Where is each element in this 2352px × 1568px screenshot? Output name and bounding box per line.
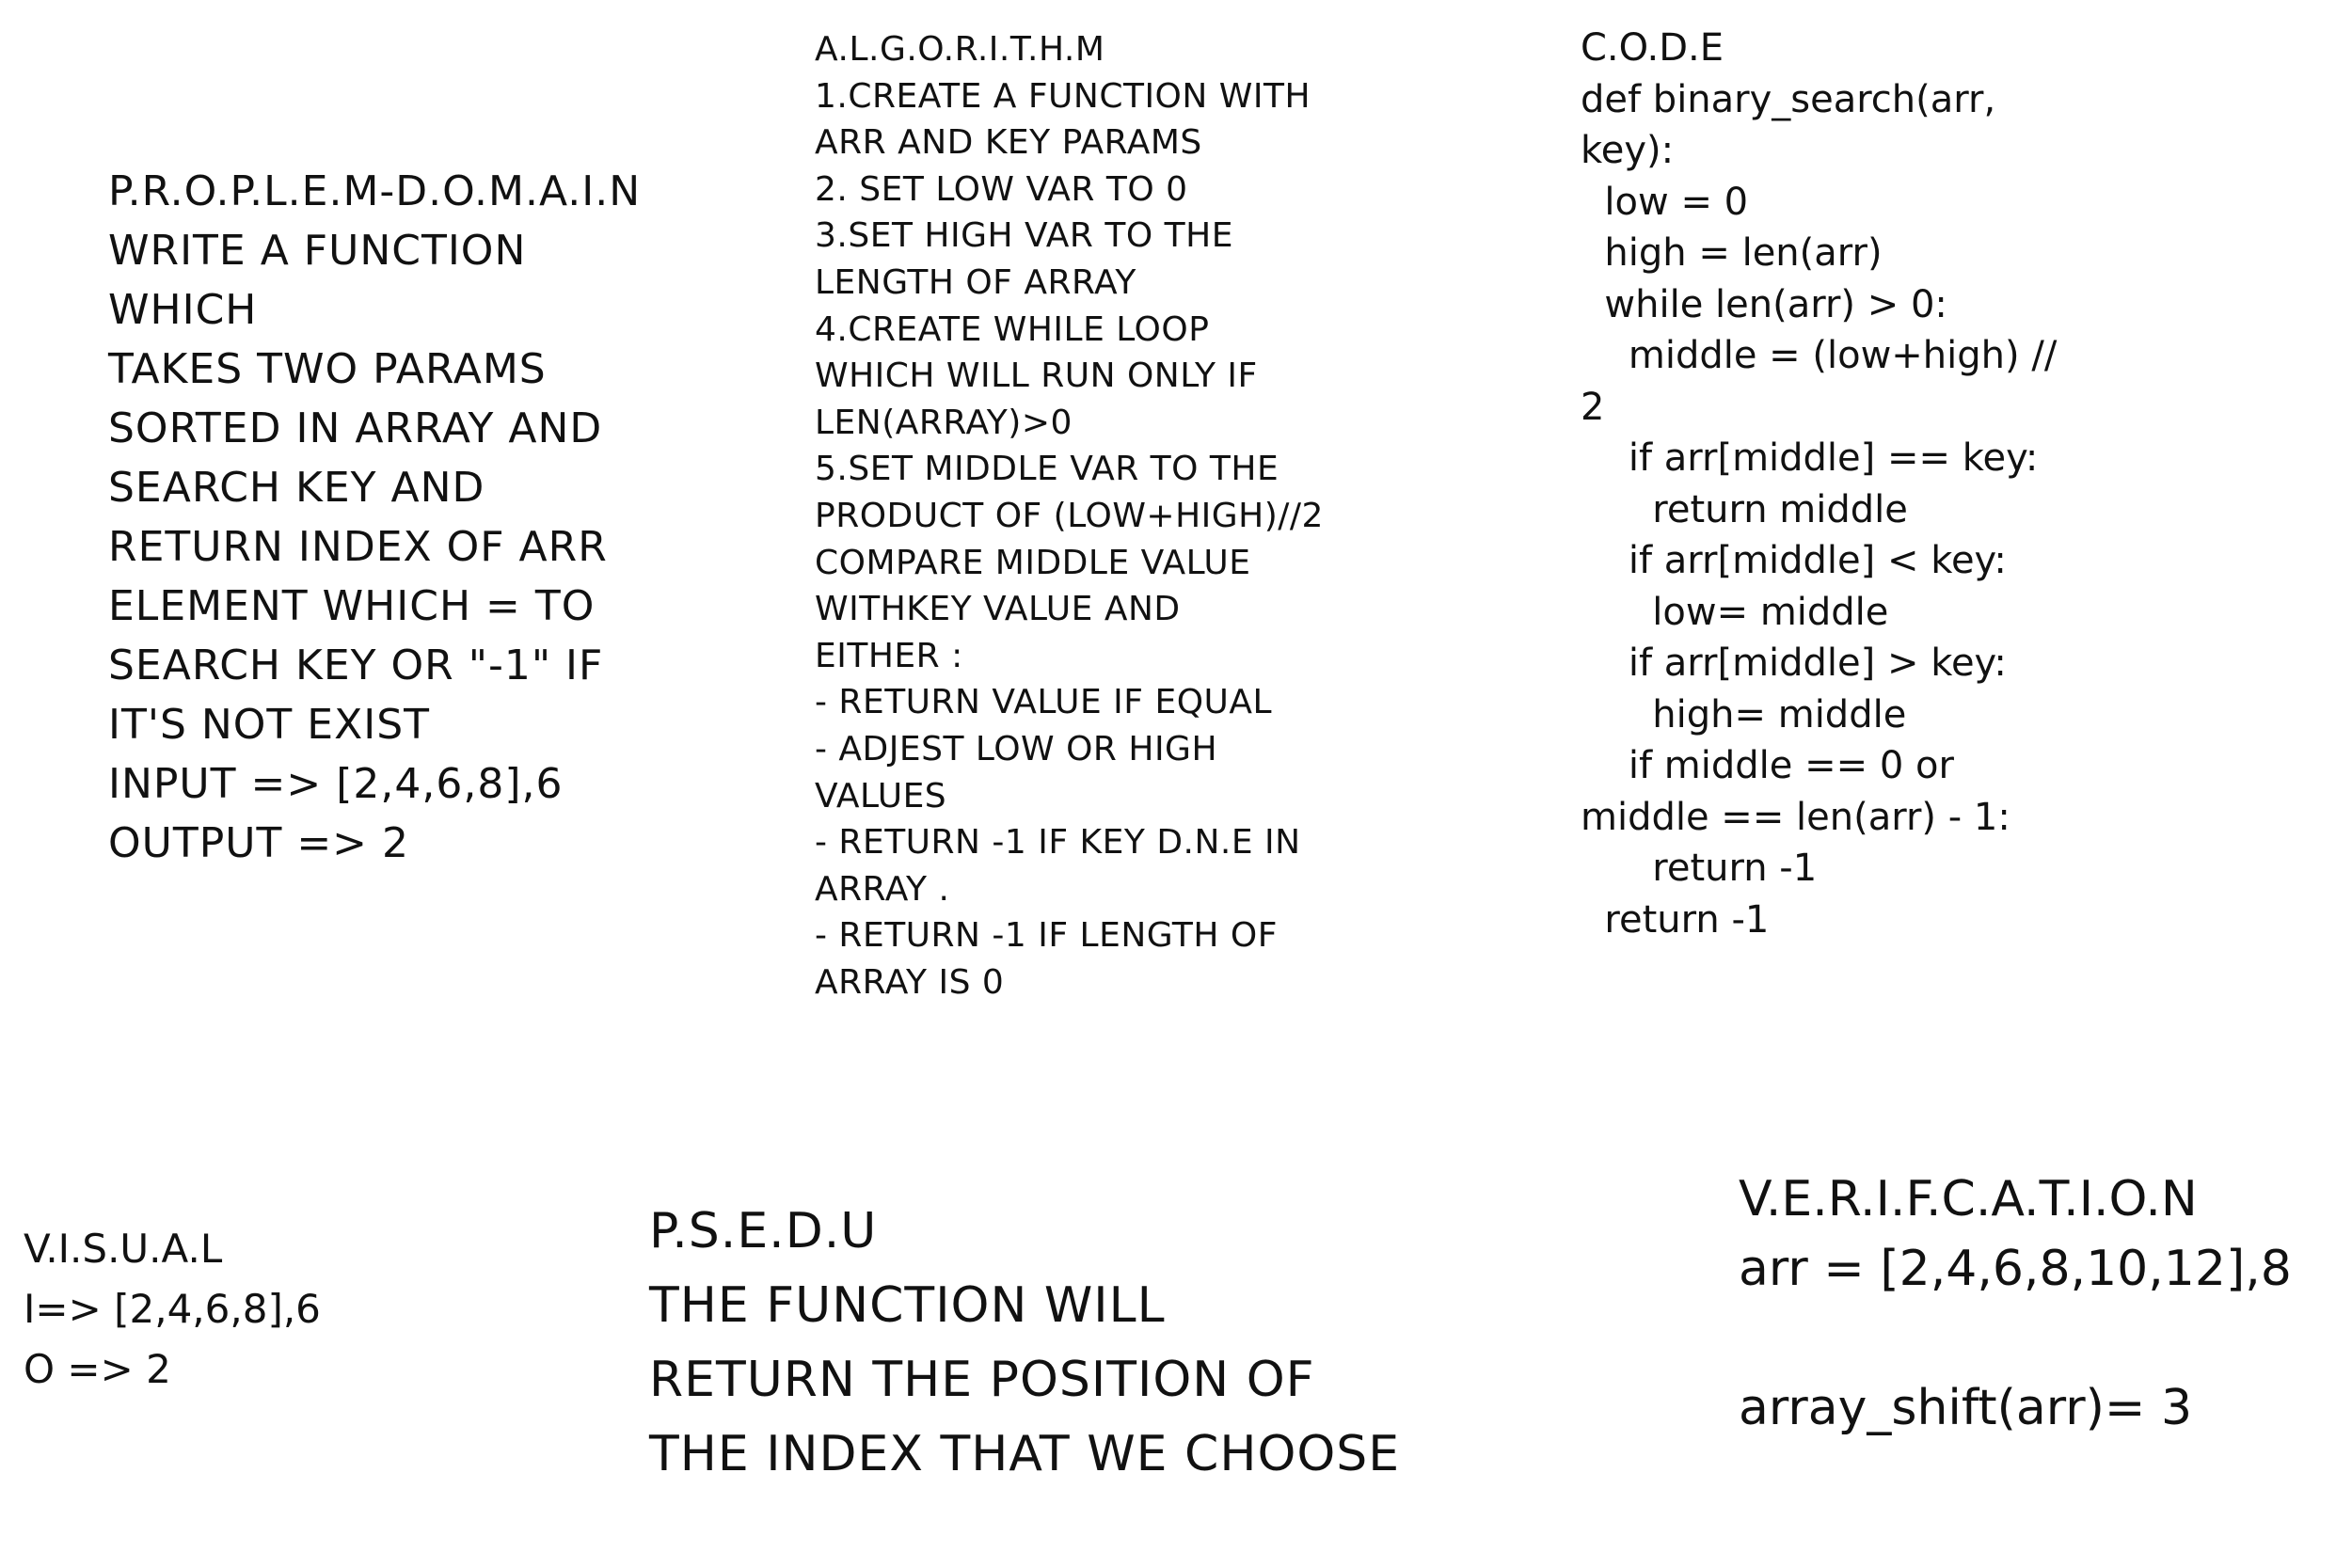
code-line: middle = (low+high) // — [1581, 334, 2058, 377]
problem-domain-line: WRITE A FUNCTION — [108, 227, 527, 275]
algorithm-line: LEN(ARRAY)>0 — [815, 403, 1073, 442]
problem-domain-line: RETURN INDEX OF ARR — [108, 523, 608, 571]
algorithm-line: - RETURN VALUE IF EQUAL — [815, 683, 1273, 722]
algorithm-line: 2. SET LOW VAR TO 0 — [815, 169, 1188, 209]
verification-section: V.E.R.I.F.C.A.T.I.O.N arr = [2,4,6,8,10,1… — [1739, 1164, 2292, 1443]
problem-domain-line: ELEMENT WHICH = TO — [108, 582, 596, 630]
visual-line: O => 2 — [24, 1346, 171, 1392]
algorithm-line: - ADJEST LOW OR HIGH — [815, 729, 1218, 768]
algorithm-line: - RETURN -1 IF KEY D.N.E IN — [815, 823, 1301, 863]
verification-line: array_shift(arr)= 3 — [1739, 1380, 2193, 1436]
visual-heading: V.I.S.U.A.L — [24, 1226, 223, 1272]
pseudo-line: THE FUNCTION WILL — [649, 1277, 1166, 1334]
code-line: return -1 — [1581, 897, 1770, 942]
pseudo-line: RETURN THE POSITION OF — [649, 1352, 1315, 1408]
visual-section: V.I.S.U.A.L I=> [2,4,6,8],6 O => 2 — [24, 1219, 321, 1400]
code-line: high= middle — [1581, 692, 1907, 736]
code-line: high = len(arr) — [1581, 231, 1883, 275]
algorithm-line: - RETURN -1 IF LENGTH OF — [815, 916, 1278, 956]
problem-domain-line: SORTED IN ARRAY AND — [108, 404, 603, 452]
code-line: return middle — [1581, 487, 1908, 531]
code-line: def binary_search(arr, — [1581, 77, 1996, 121]
algorithm-section: A.L.G.O.R.I.T.H.M 1.CREATE A FUNCTION WIT… — [815, 26, 1324, 1006]
code-heading: C.O.D.E — [1581, 26, 1724, 70]
problem-domain-section: P.R.O.P.L.E.M-D.O.M.A.I.N WRITE A FUNCTIO… — [108, 162, 641, 873]
verification-heading: V.E.R.I.F.C.A.T.I.O.N — [1739, 1171, 2198, 1227]
code-line: low = 0 — [1581, 180, 1749, 224]
visual-line: I=> [2,4,6,8],6 — [24, 1286, 321, 1332]
problem-domain-line: SEARCH KEY AND — [108, 464, 485, 512]
problem-domain-line: TAKES TWO PARAMS — [108, 345, 547, 393]
algorithm-line: 1.CREATE A FUNCTION WITH — [815, 76, 1311, 116]
algorithm-heading: A.L.G.O.R.I.T.H.M — [815, 30, 1105, 69]
algorithm-line: 4.CREATE WHILE LOOP — [815, 309, 1210, 349]
algorithm-line: 5.SET MIDDLE VAR TO THE — [815, 450, 1279, 489]
code-line: if arr[middle] > key: — [1581, 641, 2007, 685]
code-line: return -1 — [1581, 847, 1818, 890]
algorithm-line: 3.SET HIGH VAR TO THE — [815, 216, 1233, 256]
verification-line — [1739, 1304, 2292, 1373]
problem-domain-line: WHICH — [108, 286, 258, 334]
algorithm-line: COMPARE MIDDLE VALUE — [815, 543, 1251, 582]
problem-domain-line: INPUT => [2,4,6,8],6 — [108, 760, 564, 808]
code-line: key): — [1581, 129, 1675, 172]
algorithm-line: ARRAY IS 0 — [815, 962, 1005, 1002]
pseudo-section: P.S.E.D.U THE FUNCTION WILL RETURN THE POS… — [649, 1195, 1400, 1492]
code-section: C.O.D.E def binary_search(arr, key): low =… — [1581, 23, 2057, 945]
pseudo-heading: P.S.E.D.U — [649, 1203, 878, 1259]
algorithm-line: PRODUCT OF (LOW+HIGH)//2 — [815, 496, 1324, 535]
algorithm-line: EITHER : — [815, 636, 963, 675]
algorithm-line: ARR AND KEY PARAMS — [815, 123, 1202, 163]
problem-domain-line: IT'S NOT EXIST — [108, 701, 431, 749]
code-line: while len(arr) > 0: — [1581, 282, 1947, 326]
algorithm-line: WHICH WILL RUN ONLY IF — [815, 356, 1258, 396]
algorithm-line: LENGTH OF ARRAY — [815, 262, 1136, 302]
verification-line: arr = [2,4,6,8,10,12],8 — [1739, 1241, 2292, 1297]
code-line: low= middle — [1581, 590, 1889, 634]
code-line: if middle == 0 or — [1581, 744, 1954, 787]
code-line: if arr[middle] == key: — [1581, 436, 2039, 480]
code-line: 2 — [1581, 385, 1605, 429]
algorithm-line: ARRAY . — [815, 869, 950, 909]
algorithm-line: VALUES — [815, 776, 947, 816]
pseudo-line: THE INDEX THAT WE CHOOSE — [649, 1426, 1401, 1482]
problem-domain-line: SEARCH KEY OR "-1" IF — [108, 641, 604, 689]
algorithm-line: WITHKEY VALUE AND — [815, 590, 1181, 629]
code-line: if arr[middle] < key: — [1581, 539, 2007, 582]
code-line: middle == len(arr) - 1: — [1581, 795, 2010, 839]
problem-domain-line: OUTPUT => 2 — [108, 819, 410, 867]
problem-domain-heading: P.R.O.P.L.E.M-D.O.M.A.I.N — [108, 167, 642, 215]
